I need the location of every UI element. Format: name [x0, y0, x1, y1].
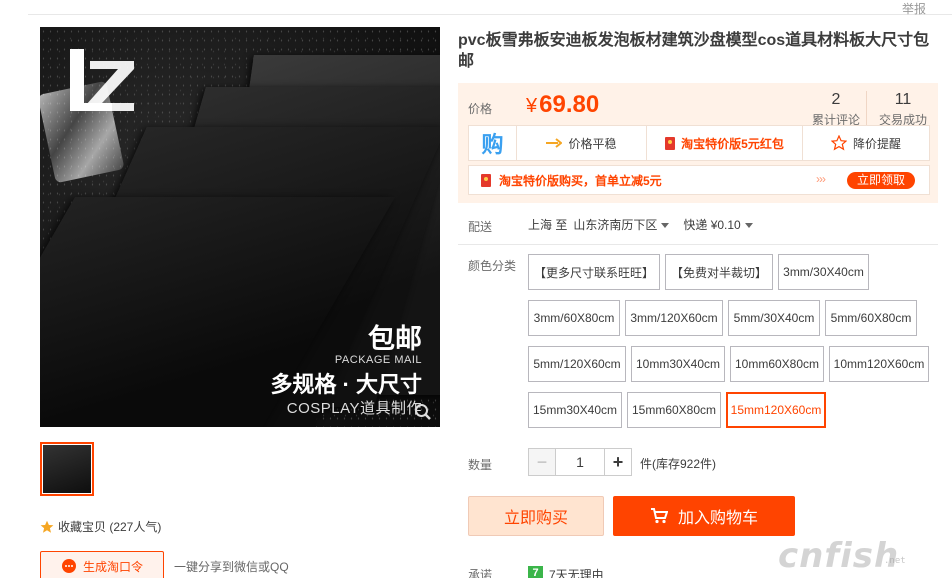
taobao-special-label: 淘宝特价版5元红包: [681, 136, 784, 151]
taobao-special-promo[interactable]: 淘宝特价版5元红包: [647, 126, 803, 160]
red-envelope-icon: [665, 136, 676, 150]
delivery-info: 上海 至 山东济南历下区 快递 ¥0.10: [528, 216, 753, 233]
generate-code-label: 生成淘口令: [83, 559, 144, 574]
add-to-cart-label: 加入购物车: [677, 510, 758, 527]
site-watermark-suffix: .net: [884, 556, 906, 566]
caret-down-icon: [661, 223, 670, 229]
stat-transactions[interactable]: 11 交易成功: [871, 91, 935, 128]
seven-day-icon: 7: [528, 566, 543, 578]
currency-symbol: ¥: [526, 95, 538, 117]
sku-option[interactable]: 5mm/60X80cm: [825, 300, 917, 336]
quantity-input[interactable]: 1: [556, 448, 604, 476]
add-to-cart-button[interactable]: 加入购物车: [613, 496, 795, 536]
sku-option[interactable]: 10mm60X80cm: [730, 346, 824, 382]
promo-row: 购 价格平稳 淘宝特价版5元红包 降价提醒: [468, 125, 930, 161]
star-icon: [40, 520, 54, 533]
price-label: 价格: [468, 102, 493, 116]
price-alert[interactable]: 降价提醒: [803, 126, 929, 160]
cart-icon: [650, 508, 668, 524]
product-title: pvc板雪弗板安迪板发泡板材建筑沙盘模型cos道具材料板大尺寸包邮: [458, 32, 930, 70]
sku-option[interactable]: 【免费对半裁切】: [665, 254, 773, 290]
price-alert-label: 降价提醒: [852, 136, 901, 151]
sku-option[interactable]: 10mm30X40cm: [631, 346, 725, 382]
zoom-icon[interactable]: [414, 403, 432, 421]
sku-option[interactable]: 【更多尺寸联系旺旺】: [528, 254, 660, 290]
top-border: [28, 14, 952, 15]
favorite-item[interactable]: 收藏宝贝 (227人气): [40, 518, 161, 535]
package-mail-text: PACKAGE MAIL: [334, 354, 422, 366]
transactions-count: 11: [894, 91, 912, 108]
promise-label: 承诺: [468, 568, 493, 578]
multi-size-text: 多规格 · 大尺寸: [270, 372, 422, 397]
seven-day-return[interactable]: 7天无理由: [549, 566, 604, 578]
stat-divider: [866, 91, 867, 125]
red-envelope-icon: [481, 173, 491, 187]
price-trend[interactable]: 价格平稳: [517, 126, 647, 160]
sku-option[interactable]: 3mm/60X80cm: [528, 300, 620, 336]
quantity-increase-button[interactable]: +: [604, 448, 632, 476]
delivery-destination[interactable]: 山东济南历下区: [573, 216, 670, 233]
sku-option[interactable]: 15mm30X40cm: [528, 392, 622, 428]
destination-text: 山东济南历下区: [573, 218, 658, 232]
brand-logo: [70, 49, 134, 111]
buy-icon-cell: 购: [469, 126, 517, 160]
report-link[interactable]: 举报: [902, 0, 926, 17]
thumbnail-image: [43, 445, 91, 493]
site-watermark: cnfish: [778, 536, 900, 576]
sku-option[interactable]: 3mm/30X40cm: [778, 254, 869, 290]
chevrons-icon: ›››: [816, 172, 826, 186]
caret-down-icon: [744, 223, 753, 229]
delivery-from: 上海 至: [528, 218, 568, 232]
sku-option[interactable]: 5mm/120X60cm: [528, 346, 626, 382]
section-divider: [458, 244, 938, 245]
star-outline-icon: [830, 135, 847, 151]
reviews-count: 2: [831, 91, 841, 108]
stat-reviews[interactable]: 2 累计评论: [804, 91, 868, 128]
chat-icon: [62, 559, 76, 573]
generate-code-button[interactable]: 生成淘口令: [40, 551, 164, 578]
delivery-express[interactable]: 快递 ¥0.10: [683, 216, 753, 233]
claim-button[interactable]: 立即领取: [846, 172, 915, 189]
sku-option[interactable]: 3mm/120X60cm: [625, 300, 723, 336]
promo-banner[interactable]: 淘宝特价版购买，首单立减5元 ››› 立即领取: [468, 165, 930, 195]
express-text: 快递 ¥0.10: [683, 218, 741, 232]
buy-now-button[interactable]: 立即购买: [468, 496, 604, 536]
delivery-label: 配送: [468, 220, 493, 234]
stock-info: 件(库存922件): [640, 457, 717, 471]
arrow-right-icon: [546, 138, 563, 148]
main-product-image[interactable]: 包邮 PACKAGE MAIL 多规格 · 大尺寸 COSPLAY道具制作: [40, 27, 440, 427]
buy-icon: 购: [481, 132, 504, 157]
share-hint: 一键分享到微信或QQ: [174, 560, 289, 574]
sku-label: 颜色分类: [468, 259, 517, 273]
quantity-decrease-button[interactable]: −: [528, 448, 556, 476]
sku-option[interactable]: 15mm60X80cm: [627, 392, 721, 428]
sku-option-selected[interactable]: 15mm120X60cm: [726, 392, 826, 428]
free-shipping-badge: 包邮: [368, 324, 422, 354]
sku-option[interactable]: 5mm/30X40cm: [728, 300, 820, 336]
price-amount: 69.80: [539, 91, 600, 118]
price-value: ¥69.80: [526, 91, 599, 119]
quantity-label: 数量: [468, 458, 493, 472]
promo-banner-text: 淘宝特价版购买，首单立减5元: [499, 173, 662, 188]
sku-option[interactable]: 10mm120X60cm: [829, 346, 929, 382]
price-panel: 价格 ¥69.80 2 累计评论 11 交易成功 购 价格平稳 淘宝特价版5元红…: [458, 83, 938, 203]
thumbnail-1[interactable]: [40, 442, 94, 496]
cosplay-text: COSPLAY道具制作: [286, 400, 422, 417]
favorite-label: 收藏宝贝 (227人气): [58, 520, 162, 534]
price-trend-label: 价格平稳: [568, 136, 617, 151]
